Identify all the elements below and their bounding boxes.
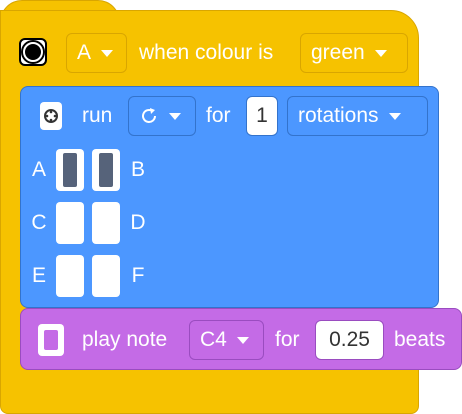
port-b-selected (99, 153, 113, 187)
colour-dropdown[interactable]: green (300, 33, 408, 73)
port-label-f: F (131, 264, 145, 287)
beats-label: beats (394, 328, 446, 351)
rotation-amount-input[interactable]: 1 (246, 96, 278, 136)
chevron-down-icon (374, 49, 387, 57)
colour-value: green (311, 41, 365, 64)
port-a-selected (63, 153, 77, 187)
chevron-down-icon (388, 112, 401, 120)
port-label-a: A (31, 158, 46, 181)
port-label-d: D (130, 211, 146, 234)
play-note-label: play note (82, 328, 168, 351)
chevron-down-icon (236, 336, 249, 344)
sound-for-label: for (275, 328, 300, 351)
hat-port-value: A (77, 41, 92, 64)
port-d-toggle[interactable] (92, 202, 120, 244)
note-dropdown[interactable]: C4 (189, 320, 264, 360)
port-f-toggle[interactable] (92, 255, 120, 297)
color-sensor-icon (19, 38, 47, 66)
motor-for-label: for (206, 104, 231, 127)
hat-port-dropdown[interactable]: A (66, 33, 127, 73)
hat-label: when colour is (139, 41, 274, 64)
chevron-down-icon (169, 112, 181, 120)
port-a-toggle[interactable] (56, 149, 84, 191)
beats-input[interactable]: 0.25 (315, 320, 384, 360)
unit-dropdown[interactable]: rotations (287, 96, 428, 136)
port-label-c: C (31, 211, 47, 234)
unit-value: rotations (298, 104, 379, 127)
run-label: run (82, 104, 113, 127)
note-value: C4 (200, 328, 227, 351)
clockwise-icon (139, 106, 159, 126)
port-label-e: E (31, 264, 46, 287)
port-label-b: B (130, 158, 145, 181)
port-b-toggle[interactable] (92, 149, 120, 191)
port-e-toggle[interactable] (56, 255, 84, 297)
chevron-down-icon (101, 49, 114, 57)
motor-hub-icon (40, 102, 62, 130)
hub-speaker-icon (38, 324, 64, 356)
direction-dropdown[interactable] (128, 96, 196, 136)
port-c-toggle[interactable] (56, 202, 84, 244)
